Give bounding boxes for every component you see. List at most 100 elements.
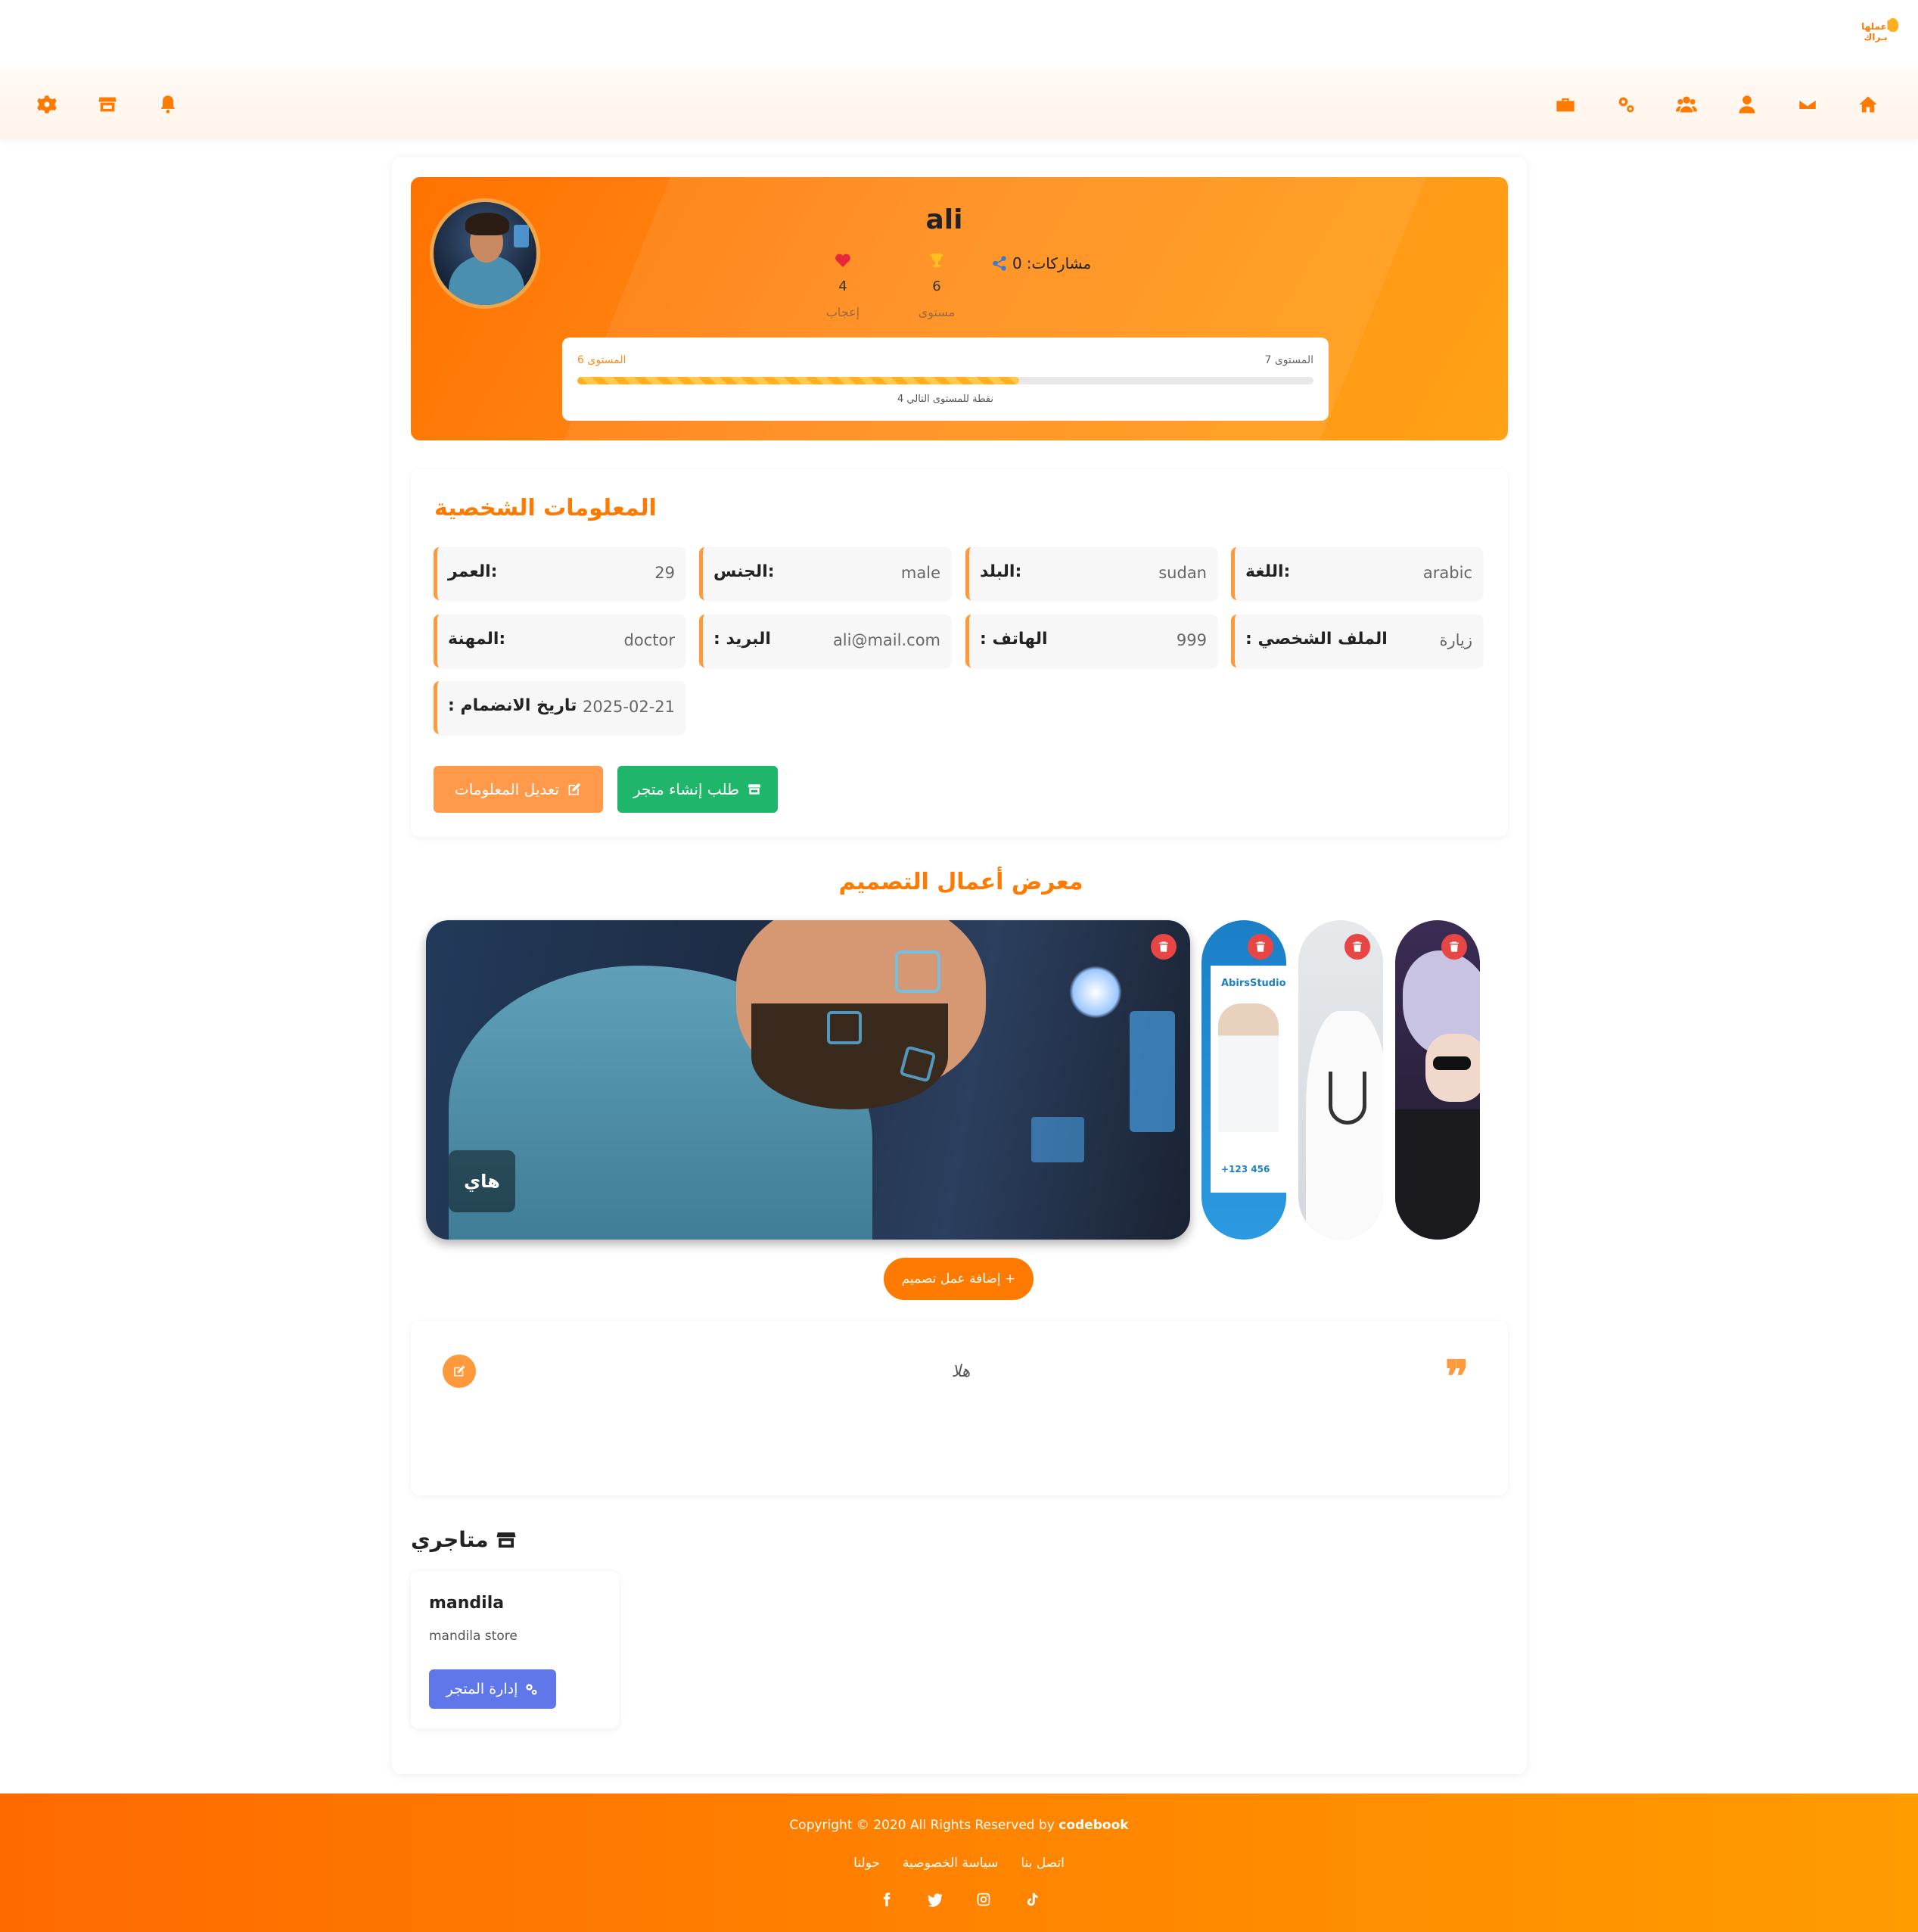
footer-link-privacy[interactable]: سياسة الخصوصية bbox=[903, 1856, 998, 1871]
gender-value: male bbox=[900, 564, 940, 582]
gears-icon[interactable] bbox=[1609, 88, 1643, 121]
country-field: البلد: sudan bbox=[965, 547, 1217, 600]
gallery-item-doctor-ad[interactable]: AbirsStudio +123 456 bbox=[1201, 920, 1286, 1240]
request-store-button[interactable]: طلب إنشاء متجر bbox=[617, 766, 778, 813]
envelope-icon[interactable] bbox=[1791, 88, 1824, 121]
level-value: 6 bbox=[932, 278, 941, 294]
gear-icon[interactable] bbox=[30, 88, 64, 121]
delete-button[interactable] bbox=[1151, 934, 1177, 960]
profile-link-value[interactable]: زيارة bbox=[1439, 631, 1472, 649]
edit-icon bbox=[568, 782, 581, 795]
job-label: المهنة: bbox=[448, 630, 506, 649]
users-icon[interactable] bbox=[1670, 88, 1703, 121]
footer: Copyright © 2020 All Rights Reserved by … bbox=[0, 1794, 1918, 1932]
stores-title: متاجري bbox=[411, 1527, 518, 1552]
ad-brand-text: AbirsStudio bbox=[1221, 978, 1286, 989]
briefcase-icon[interactable] bbox=[1549, 88, 1582, 121]
ad-phone-text: +123 456 bbox=[1221, 1164, 1270, 1174]
twitter-icon[interactable] bbox=[926, 1890, 944, 1909]
country-value: sudan bbox=[1158, 564, 1207, 582]
age-label: العمر: bbox=[448, 562, 498, 581]
manage-store-button[interactable]: إدارة المتجر bbox=[429, 1669, 556, 1709]
trash-icon bbox=[1159, 941, 1168, 952]
trophy-icon bbox=[930, 254, 943, 267]
store-description: mandila store bbox=[429, 1629, 518, 1644]
country-label: البلد: bbox=[980, 562, 1022, 581]
current-level-label: المستوى 6 bbox=[577, 354, 626, 366]
language-field: اللغة: arabic bbox=[1231, 547, 1483, 600]
gallery-item-main[interactable]: هاي bbox=[426, 920, 1190, 1240]
next-level-label: المستوى 7 bbox=[1264, 354, 1313, 366]
copyright-brand[interactable]: codebook bbox=[1058, 1818, 1128, 1833]
gallery-title: معرض أعمال التصميم bbox=[838, 869, 1083, 895]
phone-value: 999 bbox=[1176, 631, 1207, 649]
store-icon bbox=[496, 1532, 516, 1548]
join-date-label: : تاريخ الانضمام bbox=[448, 696, 577, 715]
manage-store-label: إدارة المتجر bbox=[446, 1681, 518, 1697]
lightbulb-icon bbox=[1888, 18, 1898, 32]
bell-icon[interactable] bbox=[151, 88, 185, 121]
avatar[interactable] bbox=[430, 198, 540, 309]
trash-icon bbox=[1353, 941, 1362, 952]
language-label: اللغة: bbox=[1245, 562, 1291, 581]
points-to-next-level: نقطة للمستوى التالي 4 bbox=[897, 394, 993, 405]
job-value: doctor bbox=[623, 631, 675, 649]
gender-label: الجنس: bbox=[713, 562, 775, 581]
shares-stat: مشاركات: 0 bbox=[991, 254, 1091, 272]
holo-icon bbox=[827, 1011, 862, 1044]
edit-info-button[interactable]: تعديل المعلومات bbox=[434, 766, 603, 813]
instagram-icon[interactable] bbox=[975, 1890, 993, 1909]
user-icon[interactable] bbox=[1730, 88, 1764, 121]
quote-text: هلا bbox=[951, 1362, 971, 1381]
quote-icon: ❞ bbox=[1445, 1351, 1469, 1402]
shares-label: مشاركات: bbox=[1026, 254, 1092, 272]
request-store-label: طلب إنشاء متجر bbox=[633, 780, 740, 798]
likes-label: إعجاب bbox=[825, 305, 860, 319]
phone-label: : الهاتف bbox=[980, 630, 1048, 649]
footer-link-about[interactable]: حولنا bbox=[853, 1856, 880, 1871]
bio-quote-card bbox=[411, 1321, 1508, 1495]
delete-button[interactable] bbox=[1344, 934, 1370, 960]
age-field: العمر: 29 bbox=[434, 547, 685, 600]
email-value: ali@mail.com bbox=[832, 631, 940, 649]
heart-icon bbox=[835, 254, 850, 267]
gallery-item-anime[interactable] bbox=[1395, 920, 1480, 1240]
add-design-button[interactable]: إضافة عمل تصميم + bbox=[884, 1258, 1034, 1300]
gears-icon bbox=[526, 1684, 537, 1695]
username: ali bbox=[925, 204, 963, 235]
site-logo[interactable]: أعملها بـراك bbox=[1854, 15, 1898, 48]
gallery-item-doctor-photo[interactable] bbox=[1298, 920, 1383, 1240]
join-date-value: 2025-02-21 bbox=[582, 698, 675, 716]
progress-fill bbox=[577, 377, 1019, 384]
home-icon[interactable] bbox=[1851, 88, 1885, 121]
delete-button[interactable] bbox=[1441, 934, 1467, 960]
language-value: arabic bbox=[1422, 564, 1472, 582]
tiktok-icon[interactable] bbox=[1023, 1890, 1041, 1909]
trash-icon bbox=[1450, 941, 1459, 952]
age-value: 29 bbox=[654, 564, 675, 582]
join-date-field: : تاريخ الانضمام 2025-02-21 bbox=[434, 681, 685, 734]
edit-quote-button[interactable] bbox=[443, 1355, 476, 1388]
gallery-caption: هاي bbox=[449, 1150, 515, 1212]
level-stat: 6 مستوى bbox=[906, 251, 967, 319]
holo-icon bbox=[895, 950, 940, 993]
footer-link-contact[interactable]: اتصل بنا bbox=[1021, 1856, 1065, 1871]
level-label: مستوى bbox=[918, 305, 956, 319]
likes-stat: 4 إعجاب bbox=[813, 251, 873, 319]
profile-link-field: : الملف الشخصي زيارة bbox=[1231, 614, 1483, 667]
shares-value: 0 bbox=[1012, 254, 1022, 272]
delete-button[interactable] bbox=[1248, 934, 1273, 960]
facebook-icon[interactable] bbox=[878, 1890, 896, 1909]
job-field: المهنة: doctor bbox=[434, 614, 685, 667]
footer-links: اتصل بنا سياسة الخصوصية حولنا bbox=[0, 1856, 1918, 1871]
social-links bbox=[0, 1890, 1918, 1909]
gender-field: الجنس: male bbox=[699, 547, 951, 600]
copyright: Copyright © 2020 All Rights Reserved by … bbox=[0, 1818, 1918, 1833]
top-bar: أعملها بـراك bbox=[0, 0, 1918, 68]
edit-icon bbox=[454, 1365, 465, 1377]
trash-icon bbox=[1256, 941, 1265, 952]
store-icon[interactable] bbox=[91, 88, 124, 121]
email-label: : البريد bbox=[713, 630, 771, 649]
store-icon bbox=[748, 784, 761, 795]
progress-track bbox=[577, 377, 1313, 384]
